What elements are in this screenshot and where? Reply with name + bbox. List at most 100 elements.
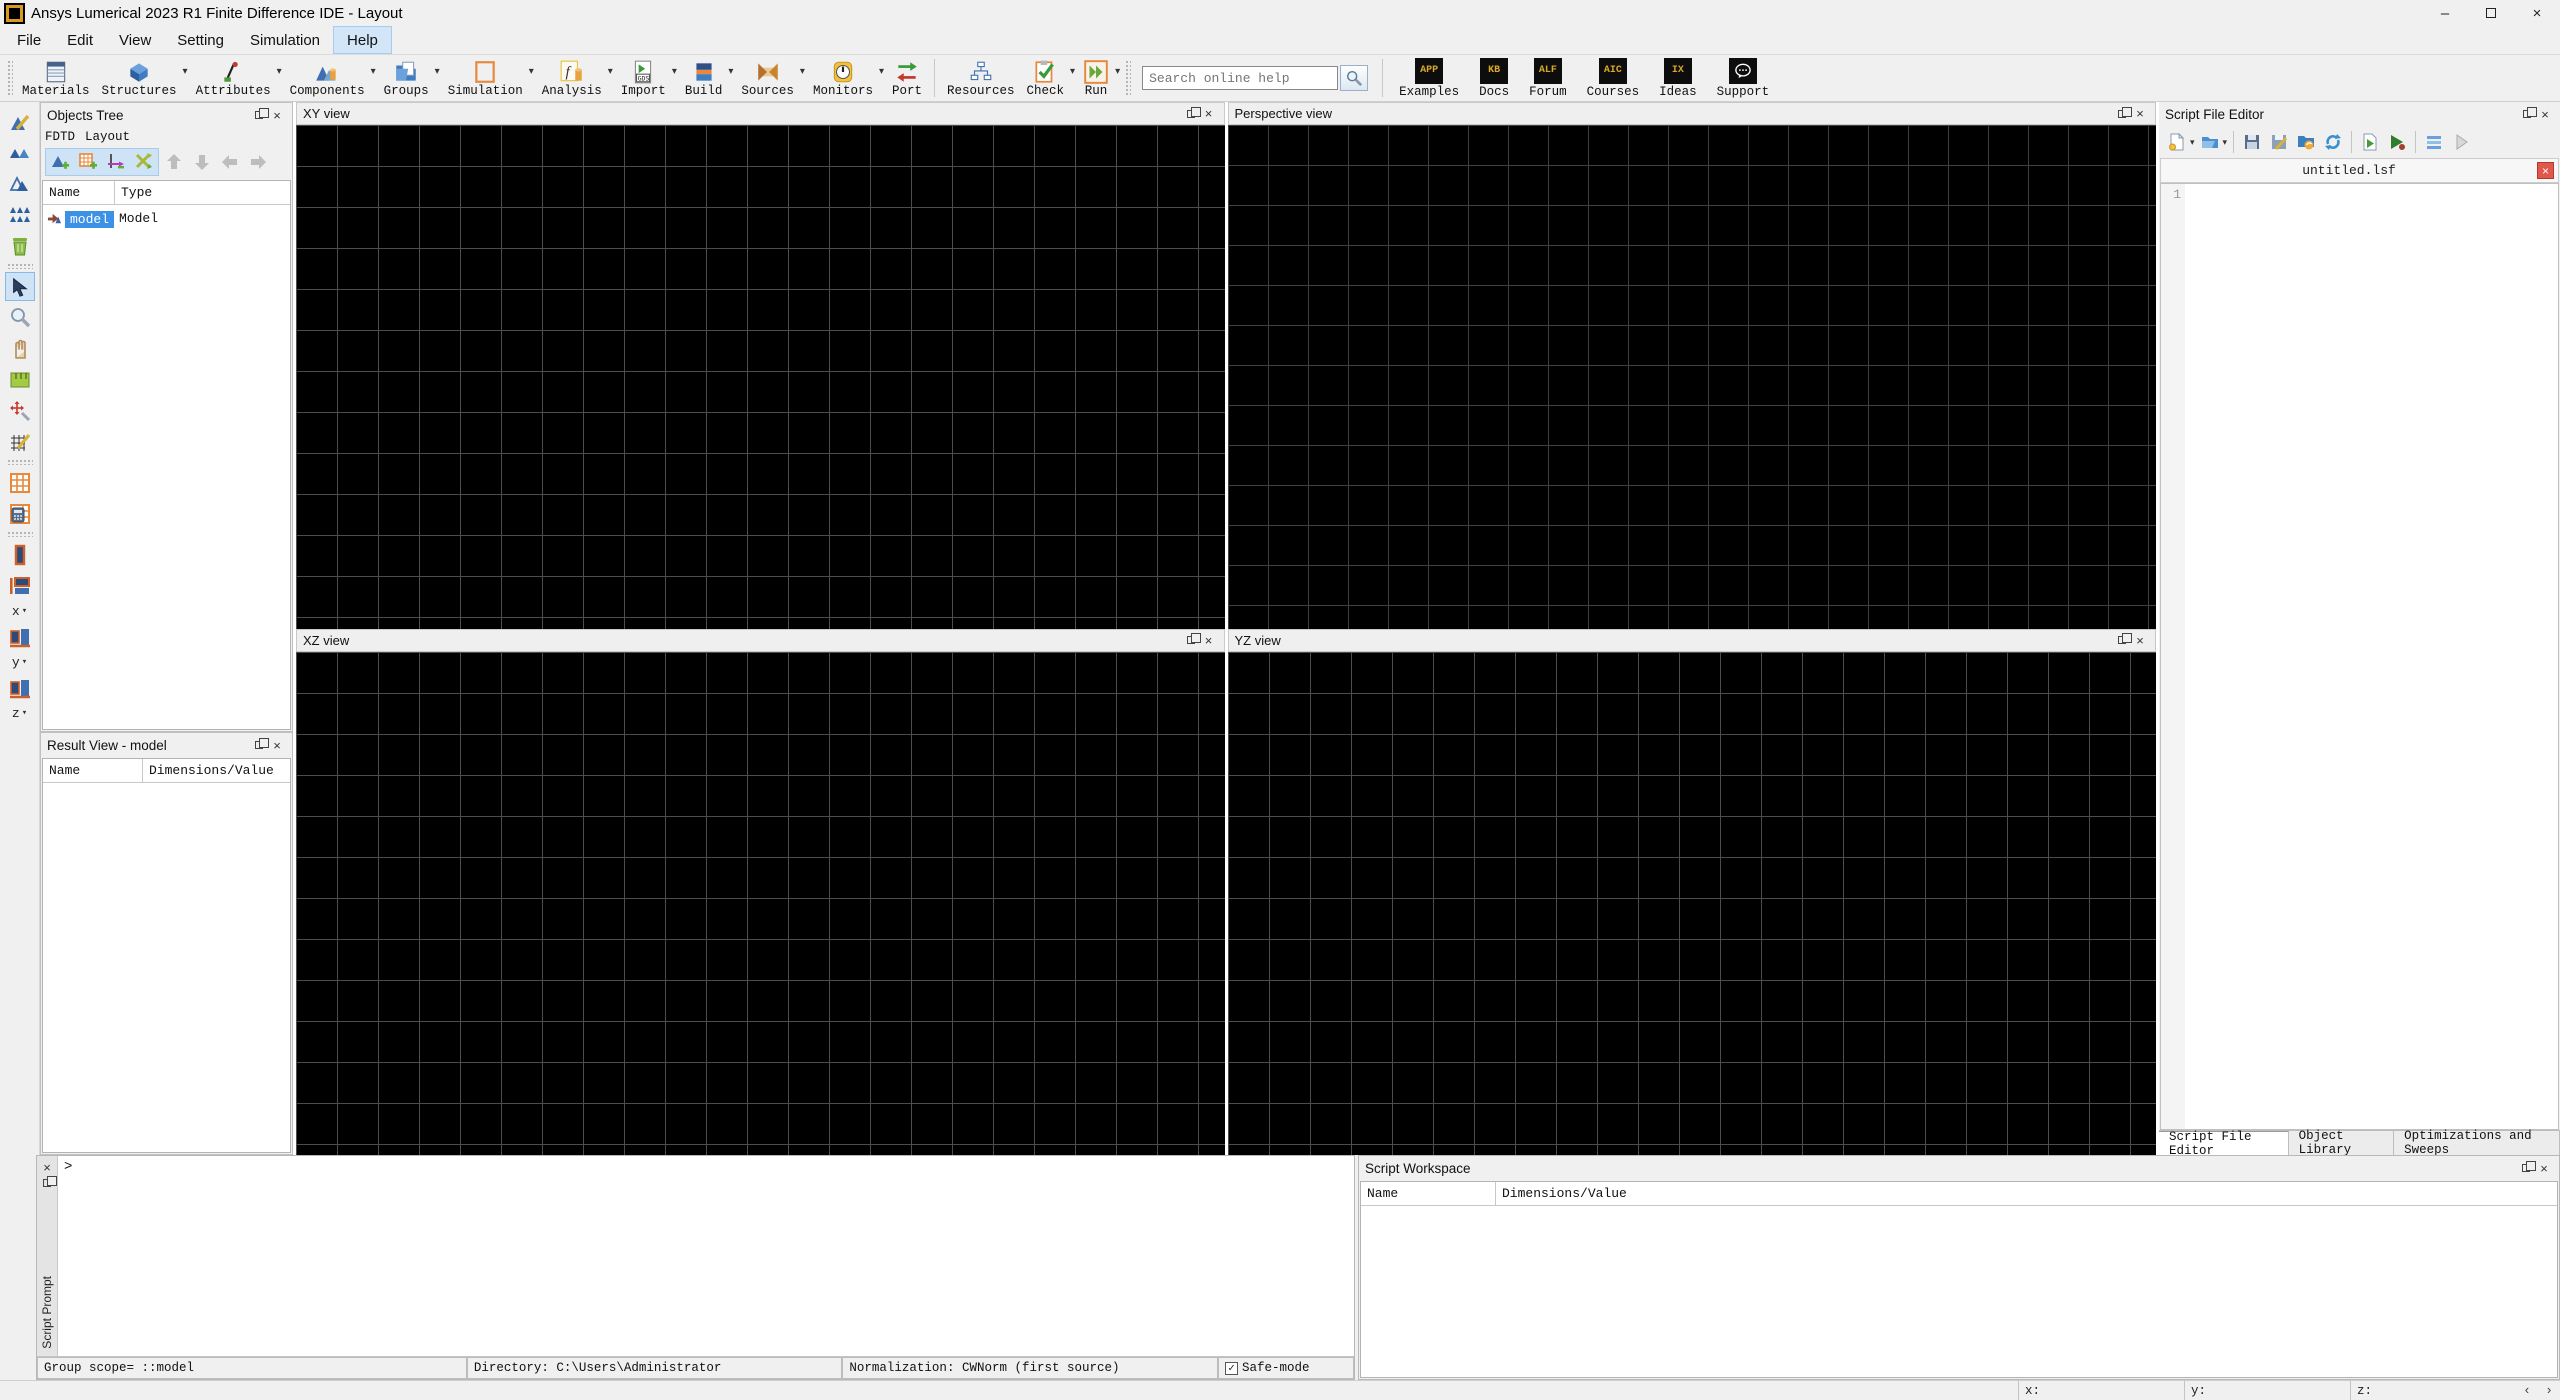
run-script-file-button[interactable]	[2358, 130, 2382, 154]
toolbar-resources[interactable]: Resources	[941, 57, 1021, 99]
toolbar-monitors[interactable]: Monitors	[807, 57, 879, 99]
step-button[interactable]	[2449, 130, 2473, 154]
edit-grid-button[interactable]	[5, 427, 35, 456]
menu-simulation[interactable]: Simulation	[237, 26, 333, 54]
close-panel-button[interactable]: ×	[1200, 105, 1218, 123]
link-docs[interactable]: KB Docs	[1469, 57, 1519, 100]
float-panel-button[interactable]	[2517, 1159, 2536, 1177]
toolbar-port[interactable]: Port	[886, 57, 928, 99]
add-analysis-button[interactable]	[131, 150, 157, 174]
close-panel-button[interactable]: ×	[2535, 1159, 2553, 1177]
toolbar-run[interactable]: Run	[1077, 57, 1115, 99]
tab-object-library[interactable]: Object Library	[2288, 1129, 2395, 1157]
dropdown-arrow-icon[interactable]: ▾	[2190, 137, 2195, 148]
menu-file[interactable]: File	[4, 26, 54, 54]
axis-z-button[interactable]: z ▾	[12, 703, 27, 723]
link-support[interactable]: Support	[1707, 57, 1780, 100]
axis-x-button[interactable]: x ▾	[12, 601, 27, 621]
scroll-right-button[interactable]: ›	[2538, 1383, 2560, 1398]
close-file-tab-button[interactable]: ×	[2537, 162, 2554, 179]
dropdown-arrow-icon[interactable]: ▾	[435, 66, 440, 77]
select-tool-button[interactable]	[4, 272, 35, 301]
pan-tool-button[interactable]	[5, 334, 35, 363]
close-panel-button[interactable]: ×	[2131, 105, 2149, 123]
maximize-button[interactable]	[2468, 0, 2514, 26]
close-panel-button[interactable]: ×	[268, 106, 286, 124]
objects-tree-body[interactable]: model Model	[43, 205, 290, 729]
normal-view-x-button[interactable]	[5, 622, 35, 651]
menu-setting[interactable]: Setting	[164, 26, 237, 54]
script-editor-area[interactable]: 1	[2160, 183, 2559, 1130]
perspective-view-canvas[interactable]	[1227, 125, 2156, 629]
close-button[interactable]: ×	[2514, 0, 2560, 26]
safe-mode-checkbox[interactable]: ✓	[1225, 1361, 1239, 1375]
close-panel-button[interactable]: ×	[268, 736, 286, 754]
dropdown-arrow-icon[interactable]: ▾	[1115, 66, 1120, 77]
xz-view-canvas[interactable]	[296, 651, 1225, 1155]
float-panel-button[interactable]	[2113, 631, 2132, 649]
open-containing-folder-button[interactable]	[2294, 130, 2318, 154]
normal-view-y-button[interactable]	[5, 673, 35, 702]
script-file-tab[interactable]: untitled.lsf	[2161, 163, 2537, 178]
delete-button[interactable]	[5, 231, 35, 260]
float-panel-button[interactable]	[1182, 105, 1201, 123]
float-panel-button[interactable]	[250, 106, 269, 124]
result-view-body[interactable]	[43, 783, 290, 1152]
dropdown-arrow-icon[interactable]: ▾	[277, 66, 282, 77]
move-out-button[interactable]	[217, 150, 243, 174]
tab-optimizations-and-sweeps[interactable]: Optimizations and Sweeps	[2394, 1129, 2560, 1157]
refresh-script-button[interactable]	[2321, 130, 2345, 154]
link-courses[interactable]: AIC Courses	[1577, 57, 1650, 100]
toolbar-components[interactable]: Components	[284, 57, 371, 99]
save-as-script-button[interactable]	[2267, 130, 2291, 154]
add-simulation-button[interactable]	[75, 150, 101, 174]
dropdown-arrow-icon[interactable]: ▾	[672, 66, 677, 77]
close-panel-button[interactable]: ×	[39, 1159, 55, 1175]
scroll-left-button[interactable]: ‹	[2516, 1383, 2538, 1398]
zoom-extents-button[interactable]	[5, 396, 35, 425]
ruler-tool-button[interactable]	[5, 365, 35, 394]
line-wrap-button[interactable]	[2422, 130, 2446, 154]
search-button[interactable]	[1340, 65, 1369, 91]
move-up-button[interactable]	[161, 150, 187, 174]
toolbar-structures[interactable]: Structures	[96, 57, 183, 99]
new-script-button[interactable]	[2165, 130, 2189, 154]
toolbar-sources[interactable]: Sources	[735, 57, 800, 99]
close-panel-button[interactable]: ×	[2536, 105, 2554, 123]
open-script-button[interactable]	[2198, 130, 2222, 154]
tab-script-file-editor[interactable]: Script File Editor	[2159, 1130, 2289, 1158]
dropdown-arrow-icon[interactable]: ▾	[1070, 66, 1075, 77]
minimize-button[interactable]: –	[2422, 0, 2468, 26]
duplicate-structure-button[interactable]	[5, 138, 35, 167]
toolbar-build[interactable]: Build	[679, 57, 729, 99]
menu-help[interactable]: Help	[333, 26, 392, 54]
close-panel-button[interactable]: ×	[2131, 631, 2149, 649]
array-structure-button[interactable]	[5, 200, 35, 229]
toolbar-grip[interactable]	[7, 60, 13, 96]
menu-edit[interactable]: Edit	[54, 26, 106, 54]
move-down-button[interactable]	[189, 150, 215, 174]
zoom-tool-button[interactable]	[5, 303, 35, 332]
view-vertical-plane-button[interactable]	[5, 540, 35, 569]
view-horizontal-plane-button[interactable]	[5, 571, 35, 600]
link-forum[interactable]: ALF Forum	[1519, 57, 1577, 100]
script-text-area[interactable]	[2185, 184, 2558, 1129]
save-script-button[interactable]	[2240, 130, 2264, 154]
add-structure-button[interactable]	[47, 150, 73, 174]
move-in-button[interactable]	[245, 150, 271, 174]
float-panel-button[interactable]	[250, 736, 269, 754]
mode-tab-layout[interactable]: Layout	[85, 130, 130, 144]
overlay-structure-button[interactable]	[5, 169, 35, 198]
float-panel-button[interactable]	[39, 1175, 57, 1191]
dropdown-arrow-icon[interactable]: ▾	[2223, 137, 2228, 148]
search-input[interactable]	[1142, 66, 1339, 90]
dropdown-arrow-icon[interactable]: ▾	[183, 66, 188, 77]
toolbar-import[interactable]: GDS Import	[615, 57, 672, 99]
dropdown-arrow-icon[interactable]: ▾	[728, 66, 733, 77]
toolbar-check[interactable]: Check	[1021, 57, 1071, 99]
axis-y-button[interactable]: y ▾	[12, 652, 27, 672]
tree-row-model[interactable]: model Model	[43, 205, 290, 231]
script-prompt-input[interactable]: >	[58, 1156, 1354, 1356]
view-simulation-mesh-button[interactable]	[5, 499, 35, 528]
menu-view[interactable]: View	[106, 26, 164, 54]
